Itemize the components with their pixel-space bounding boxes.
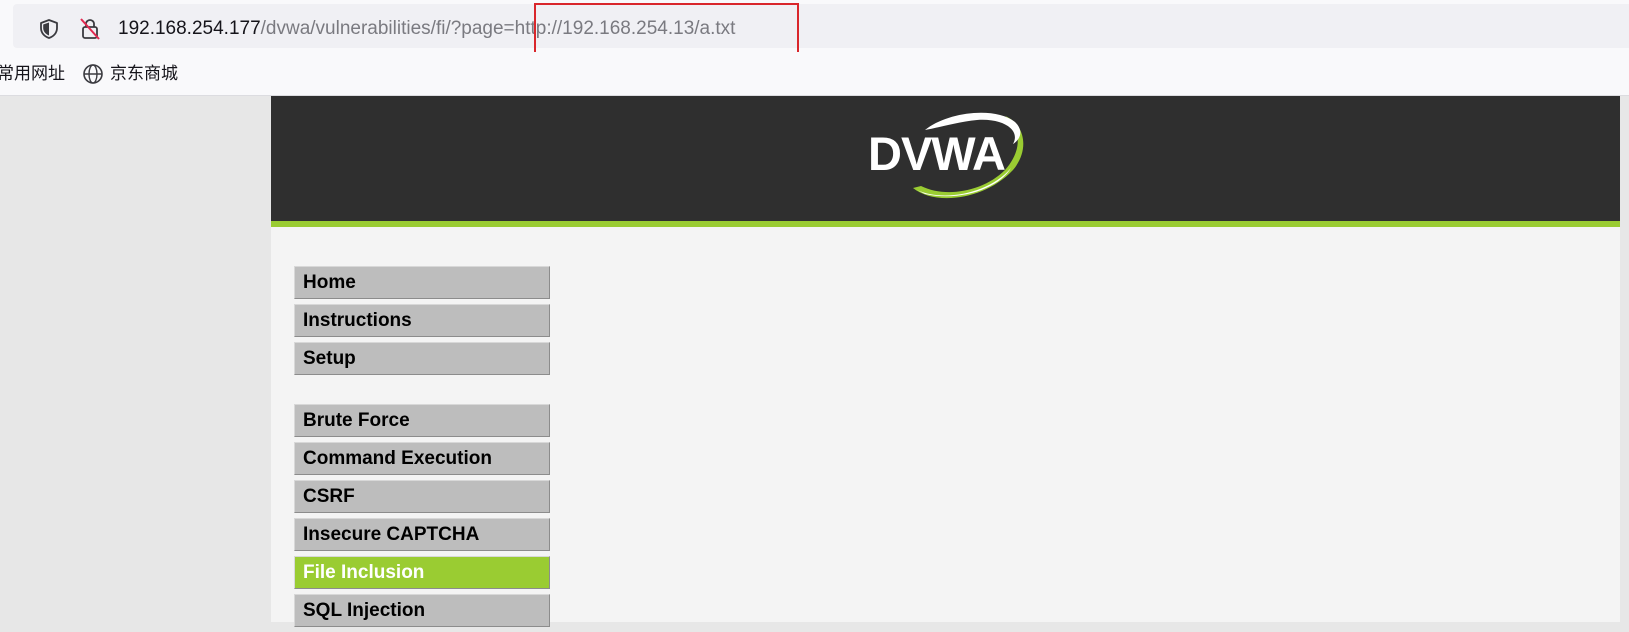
dvwa-logo-text: DVWA bbox=[868, 127, 1005, 180]
bookmarks-bar: 常用网址 京东商城 bbox=[0, 52, 1629, 96]
menu-item-brute-force[interactable]: Brute Force bbox=[294, 404, 550, 437]
menu-item-home[interactable]: Home bbox=[294, 266, 550, 299]
bookmark-jd[interactable]: 京东商城 bbox=[82, 62, 178, 86]
globe-icon bbox=[82, 63, 104, 85]
address-bar[interactable]: 192.168.254.177/dvwa/vulnerabilities/fi/… bbox=[13, 4, 1629, 48]
page-background bbox=[0, 96, 271, 622]
bookmark-common-sites[interactable]: 常用网址 bbox=[0, 62, 65, 86]
browser-toolbar: 192.168.254.177/dvwa/vulnerabilities/fi/… bbox=[0, 0, 1629, 55]
menu-item-file-inclusion[interactable]: File Inclusion bbox=[294, 556, 550, 589]
menu-divider bbox=[294, 380, 550, 404]
dvwa-logo: DVWA bbox=[868, 112, 1024, 199]
url-param-value: http://192.168.254.13/a.txt bbox=[514, 18, 736, 39]
shield-icon[interactable] bbox=[38, 18, 60, 40]
menu-item-sql-injection[interactable]: SQL Injection bbox=[294, 594, 550, 627]
menu-item-setup[interactable]: Setup bbox=[294, 342, 550, 375]
url-text[interactable]: 192.168.254.177/dvwa/vulnerabilities/fi/… bbox=[118, 16, 735, 42]
dvwa-page: DVWA Home Instructions Setup Brute Force… bbox=[271, 96, 1620, 627]
menu-item-instructions[interactable]: Instructions bbox=[294, 304, 550, 337]
dvwa-menu: Home Instructions Setup Brute Force Comm… bbox=[294, 266, 550, 632]
bookmark-jd-label: 京东商城 bbox=[110, 64, 178, 84]
menu-item-command-execution[interactable]: Command Execution bbox=[294, 442, 550, 475]
menu-item-csrf[interactable]: CSRF bbox=[294, 480, 550, 513]
menu-item-insecure-captcha[interactable]: Insecure CAPTCHA bbox=[294, 518, 550, 551]
url-path: /dvwa/vulnerabilities/fi/?page= bbox=[260, 18, 515, 39]
insecure-connection-icon[interactable] bbox=[79, 17, 101, 41]
url-host: 192.168.254.177 bbox=[118, 18, 261, 39]
dvwa-header: DVWA bbox=[271, 96, 1620, 227]
